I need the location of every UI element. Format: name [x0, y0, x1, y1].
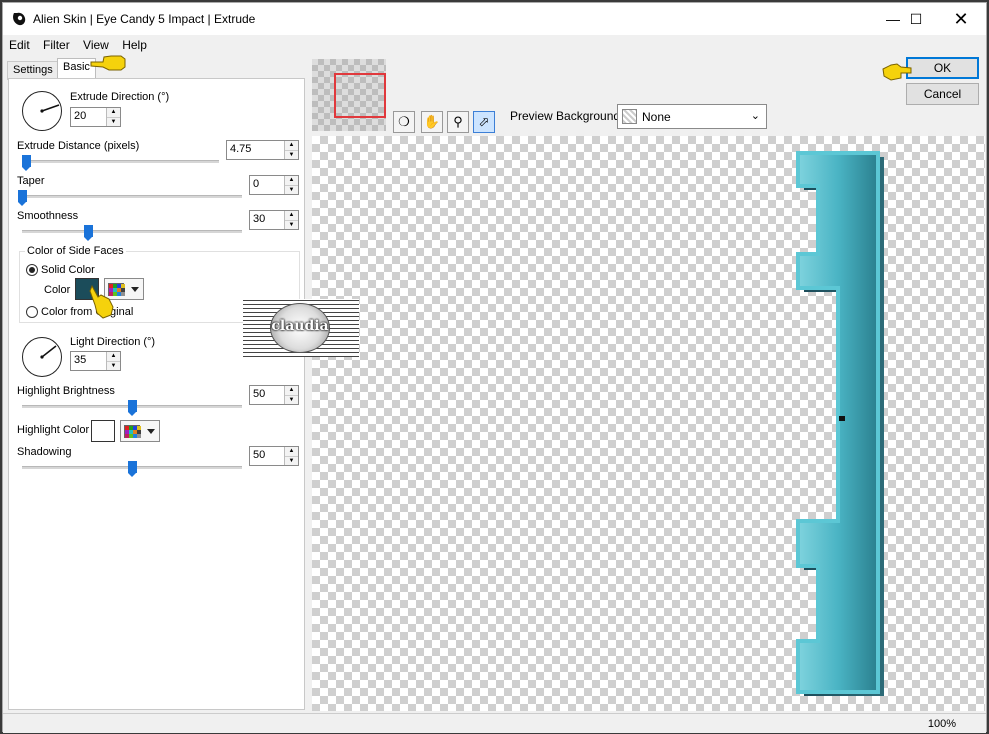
watermark-seal: claudia: [270, 303, 330, 353]
preview-canvas[interactable]: [312, 136, 985, 711]
shadowing-slider-thumb[interactable]: [128, 461, 137, 477]
navigator-thumbnail[interactable]: [312, 59, 386, 131]
side-faces-group-label: Color of Side Faces: [25, 245, 126, 257]
extrude-direction-spinner[interactable]: 20 ▲ ▼: [70, 107, 121, 127]
extrude-direction-dial[interactable]: [22, 91, 62, 131]
menu-help[interactable]: Help: [116, 35, 151, 52]
watermark: claudia: [243, 299, 359, 357]
basic-settings-panel: Extrude Direction (°) 20 ▲ ▼ Extrude Dist…: [8, 78, 305, 710]
light-direction-dial[interactable]: [22, 337, 62, 377]
zoom-tool-icon: ⚲: [453, 114, 463, 129]
status-bar: 100%: [3, 713, 986, 733]
highlight-brightness-label: Highlight Brightness: [17, 385, 115, 397]
chevron-down-icon: ⌄: [750, 110, 760, 122]
window-title: Alien Skin | Eye Candy 5 Impact | Extrud…: [33, 12, 256, 26]
menu-bar: Edit Filter View Help: [3, 35, 986, 55]
zoom-level: 100%: [927, 718, 956, 730]
menu-edit[interactable]: Edit: [3, 35, 34, 52]
menu-view[interactable]: View: [77, 35, 113, 52]
pointer-tool-icon: ⬀: [478, 114, 490, 129]
close-icon[interactable]: ✕: [938, 3, 984, 35]
eyedropper-icon: ❍: [398, 114, 410, 129]
extrude-distance-track[interactable]: [22, 160, 219, 163]
maximize-icon[interactable]: ☐: [893, 3, 939, 35]
taper-label: Taper: [17, 175, 45, 187]
watermark-text: claudia: [271, 318, 329, 334]
eye-candy-logo-icon: [13, 12, 26, 26]
transparency-icon: [622, 109, 637, 124]
extrude-distance-slider-thumb[interactable]: [21, 155, 31, 171]
taper-track[interactable]: [22, 195, 242, 198]
chevron-down-icon: [147, 429, 155, 434]
shadowing-spinner[interactable]: 50 ▲ ▼: [249, 446, 299, 466]
color-picker-tool-button[interactable]: ❍: [393, 111, 415, 133]
title-bar: Alien Skin | Eye Candy 5 Impact | Extrud…: [3, 3, 986, 35]
smoothness-spinner[interactable]: 30 ▲ ▼: [249, 210, 299, 230]
zoom-tool-button[interactable]: ⚲: [447, 111, 469, 133]
color-from-original-label: Color from Original: [41, 306, 134, 318]
extruded-bracket-preview: [796, 151, 884, 696]
hand-tool-icon: ✋: [423, 114, 441, 129]
eye-candy-window: Alien Skin | Eye Candy 5 Impact | Extrud…: [2, 2, 987, 733]
highlight-color-swatch[interactable]: [91, 420, 115, 442]
hand-tool-button[interactable]: ✋: [421, 111, 443, 133]
light-direction-label: Light Direction (°): [70, 336, 156, 348]
smoothness-slider-thumb[interactable]: [84, 225, 93, 241]
extrude-distance-spinner[interactable]: 4.75 ▲ ▼: [226, 140, 299, 160]
cancel-button[interactable]: Cancel: [906, 83, 979, 105]
preview-background-select[interactable]: None ⌄: [617, 104, 767, 129]
pointing-hand-icon: [90, 55, 126, 71]
pointer-tool-button[interactable]: ⬀: [473, 111, 495, 133]
taper-spinner[interactable]: 0 ▲ ▼: [249, 175, 299, 195]
pointing-hand-icon: [89, 284, 114, 319]
shadowing-label: Shadowing: [17, 446, 72, 458]
extrude-distance-label: Extrude Distance (pixels): [17, 140, 140, 152]
ok-button[interactable]: OK: [906, 57, 979, 79]
pointing-hand-icon: [882, 63, 912, 81]
extrude-direction-label: Extrude Direction (°): [70, 91, 170, 103]
highlight-color-label: Highlight Color: [17, 424, 90, 436]
color-picker-icon: [124, 425, 141, 438]
preview-background-value: None: [642, 110, 671, 124]
taper-slider-thumb[interactable]: [18, 190, 27, 206]
preview-background-label: Preview Background:: [510, 109, 624, 123]
side-color-label: Color: [44, 284, 71, 296]
solid-color-radio[interactable]: [26, 264, 38, 276]
color-from-original-radio[interactable]: [26, 306, 38, 318]
highlight-color-picker-button[interactable]: [120, 420, 160, 442]
smoothness-label: Smoothness: [17, 210, 79, 222]
highlight-brightness-slider-thumb[interactable]: [128, 400, 137, 416]
navigator-view-frame[interactable]: [334, 73, 386, 118]
smoothness-track[interactable]: [22, 230, 242, 233]
solid-color-label: Solid Color: [41, 264, 95, 276]
light-direction-spinner[interactable]: 35 ▲ ▼: [70, 351, 121, 371]
menu-filter[interactable]: Filter: [37, 35, 74, 52]
highlight-brightness-spinner[interactable]: 50 ▲ ▼: [249, 385, 299, 405]
chevron-down-icon: [131, 287, 139, 292]
